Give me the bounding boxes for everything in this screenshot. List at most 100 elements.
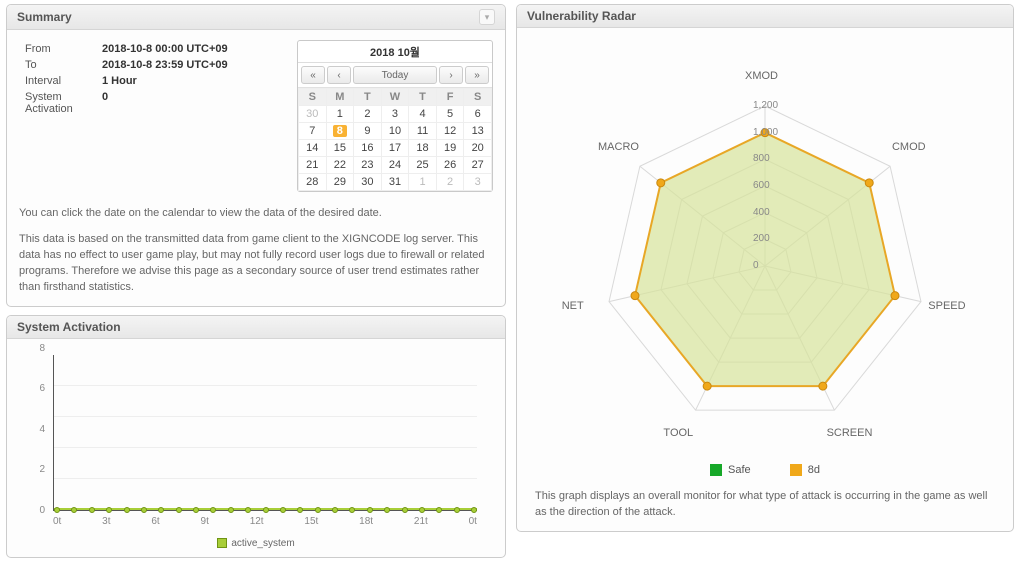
activation-x-tick: 6t [151, 516, 159, 527]
activation-point [71, 507, 77, 513]
summary-description: You can click the date on the calendar t… [19, 206, 493, 296]
system-activation-panel: System Activation 86420 0t3t6t9t12t15t18… [6, 315, 506, 558]
calendar-title: 2018 10월 [298, 41, 492, 63]
activation-x-tick: 3t [102, 516, 110, 527]
radar-axis-label: CMOD [892, 141, 926, 153]
radar-header: Vulnerability Radar [517, 5, 1013, 28]
activation-x-tick: 18t [359, 516, 373, 527]
radar-axis-label: SPEED [928, 300, 965, 312]
legend-safe-swatch-icon [710, 464, 722, 476]
radar-description: This graph displays an overall monitor f… [527, 489, 1003, 521]
calendar-day[interactable]: 26 [436, 157, 464, 174]
calendar-next-icon[interactable]: › [439, 66, 463, 84]
radar-tick: 200 [753, 233, 770, 244]
activation-point [471, 507, 477, 513]
activation-point [280, 507, 286, 513]
system-activation-label: System Activation [21, 90, 96, 116]
activation-point [210, 507, 216, 513]
summary-desc-2: This data is based on the transmitted da… [19, 232, 493, 296]
calendar-today-button[interactable]: Today [353, 66, 437, 84]
calendar-dow: M [326, 89, 354, 106]
collapse-icon[interactable]: ▾ [479, 9, 495, 25]
summary-desc-1: You can click the date on the calendar t… [19, 206, 493, 222]
radar-tick: 0 [753, 260, 759, 271]
calendar-day[interactable]: 2 [436, 174, 464, 191]
radar-axis-label: SCREEN [827, 427, 873, 439]
to-label: To [21, 58, 96, 72]
calendar-day[interactable]: 1 [326, 106, 354, 123]
calendar-day[interactable]: 31 [381, 174, 409, 191]
calendar-last-icon[interactable]: » [465, 66, 489, 84]
calendar-dow: S [299, 89, 327, 106]
calendar-day[interactable]: 17 [381, 140, 409, 157]
calendar-day[interactable]: 30 [299, 106, 327, 123]
activation-point [158, 507, 164, 513]
calendar-day[interactable]: 14 [299, 140, 327, 157]
calendar-day[interactable]: 18 [409, 140, 437, 157]
calendar-day[interactable]: 30 [354, 174, 382, 191]
calendar-day[interactable]: 29 [326, 174, 354, 191]
interval-label: Interval [21, 74, 96, 88]
calendar-day[interactable]: 15 [326, 140, 354, 157]
radar-tick: 1,200 [753, 100, 778, 111]
activation-point [332, 507, 338, 513]
activation-point [141, 507, 147, 513]
calendar-day[interactable]: 21 [299, 157, 327, 174]
calendar-day[interactable]: 13 [464, 123, 492, 140]
activation-point [419, 507, 425, 513]
calendar-day[interactable]: 12 [436, 123, 464, 140]
radar-axis-label: XMOD [745, 70, 778, 82]
calendar-day[interactable]: 8 [326, 123, 354, 140]
legend-8d-label: 8d [808, 464, 820, 476]
activation-x-tick: 0t [53, 516, 61, 527]
calendar-day[interactable]: 7 [299, 123, 327, 140]
calendar-dow: F [436, 89, 464, 106]
calendar-dow: W [381, 89, 409, 106]
summary-header: Summary ▾ [7, 5, 505, 30]
system-activation-value: 0 [98, 90, 232, 116]
calendar-day[interactable]: 2 [354, 106, 382, 123]
activation-point [402, 507, 408, 513]
radar-title: Vulnerability Radar [527, 9, 636, 23]
activation-chart: 86420 0t3t6t9t12t15t18t21t0t active_syst… [25, 349, 487, 549]
calendar-day[interactable]: 6 [464, 106, 492, 123]
calendar-day[interactable]: 10 [381, 123, 409, 140]
activation-point [106, 507, 112, 513]
radar-axis-label: MACRO [598, 141, 639, 153]
calendar-day[interactable]: 5 [436, 106, 464, 123]
legend-safe-label: Safe [728, 464, 751, 476]
activation-point [193, 507, 199, 513]
summary-panel: Summary ▾ From 2018-10-8 00:00 UTC+09 To… [6, 4, 506, 307]
calendar-day[interactable]: 24 [381, 157, 409, 174]
calendar-day[interactable]: 25 [409, 157, 437, 174]
calendar-day[interactable]: 23 [354, 157, 382, 174]
calendar-day[interactable]: 16 [354, 140, 382, 157]
calendar-day[interactable]: 1 [409, 174, 437, 191]
calendar-day[interactable]: 27 [464, 157, 492, 174]
calendar-day[interactable]: 28 [299, 174, 327, 191]
calendar-day[interactable]: 11 [409, 123, 437, 140]
calendar-day[interactable]: 22 [326, 157, 354, 174]
calendar-day[interactable]: 4 [409, 106, 437, 123]
summary-meta: From 2018-10-8 00:00 UTC+09 To 2018-10-8… [19, 40, 283, 192]
calendar-first-icon[interactable]: « [301, 66, 325, 84]
calendar-day[interactable]: 19 [436, 140, 464, 157]
activation-x-tick: 15t [304, 516, 318, 527]
calendar-day[interactable]: 3 [381, 106, 409, 123]
calendar-day[interactable]: 9 [354, 123, 382, 140]
activation-point [349, 507, 355, 513]
radar-tick: 1,000 [753, 127, 778, 138]
calendar-prev-icon[interactable]: ‹ [327, 66, 351, 84]
radar-chart: XMODCMODSPEEDSCREENTOOLNETMACRO1,2001,00… [530, 36, 1000, 456]
calendar-day[interactable]: 20 [464, 140, 492, 157]
activation-point [263, 507, 269, 513]
calendar-grid: SMTWTFS 30123456789101112131415161718192… [298, 88, 492, 191]
calendar-day[interactable]: 3 [464, 174, 492, 191]
radar-axis-label: NET [562, 300, 584, 312]
calendar-dow: T [409, 89, 437, 106]
activation-point [367, 507, 373, 513]
activation-title: System Activation [17, 320, 121, 334]
radar-tick: 400 [753, 207, 770, 218]
activation-point [176, 507, 182, 513]
activation-point [89, 507, 95, 513]
